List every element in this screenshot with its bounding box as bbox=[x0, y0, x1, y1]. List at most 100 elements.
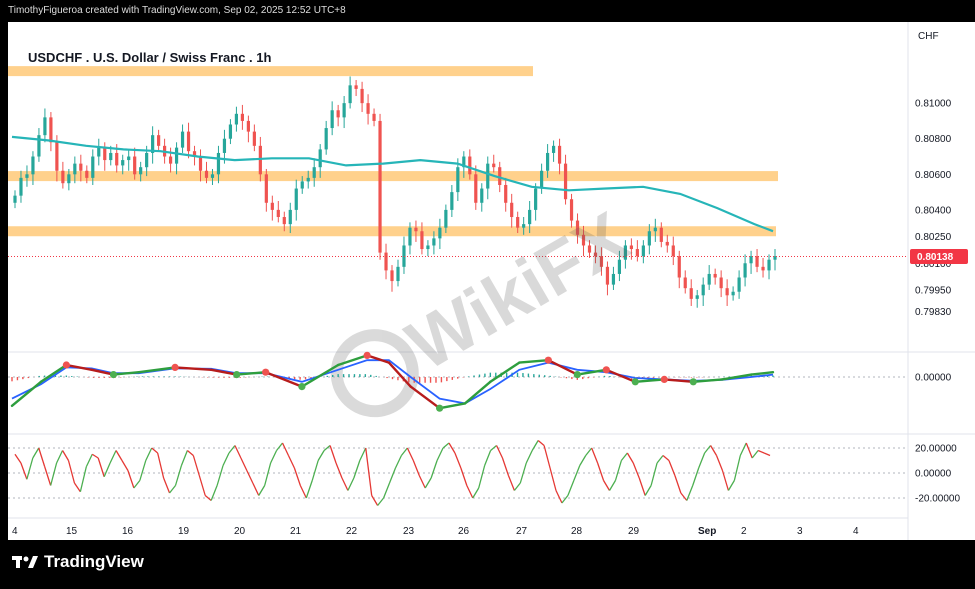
candle-body bbox=[174, 147, 179, 164]
osc-line-segment bbox=[394, 455, 403, 469]
candle-body bbox=[127, 156, 131, 161]
candle-body bbox=[689, 288, 693, 299]
candle-body bbox=[659, 227, 663, 242]
osc-line-segment bbox=[139, 460, 147, 481]
osc-line-segment bbox=[721, 470, 730, 491]
osc-line-segment bbox=[264, 462, 272, 486]
candle-body bbox=[635, 249, 639, 257]
macd-cross-dot bbox=[109, 371, 118, 379]
osc-line-segment bbox=[513, 482, 521, 491]
osc-line-segment bbox=[436, 447, 444, 461]
oscillator-pane: 20.00000 0.00000 -20.00000 bbox=[8, 440, 960, 506]
candle-body bbox=[294, 188, 298, 210]
chart-svg[interactable]: WikiFX 0.00000 20.000000.00000-20.00000 … bbox=[8, 22, 975, 540]
time-tick-label: 26 bbox=[458, 526, 470, 537]
candle-body bbox=[73, 163, 77, 175]
osc-line-segment bbox=[751, 450, 759, 459]
price-tick-label: 0.80800 bbox=[915, 134, 952, 145]
candle-body bbox=[761, 266, 765, 271]
osc-line-segment bbox=[454, 452, 462, 469]
candle-body bbox=[270, 202, 274, 210]
osc-line-segment bbox=[115, 450, 123, 461]
osc-line-segment bbox=[430, 460, 438, 479]
osc-line-segment bbox=[388, 467, 397, 484]
osc-line-segment bbox=[151, 447, 159, 454]
macd-cross-dot bbox=[233, 371, 241, 379]
candle-body bbox=[707, 273, 711, 285]
osc-line-segment bbox=[270, 450, 278, 464]
osc-line-segment bbox=[157, 452, 165, 479]
osc-line-segment bbox=[252, 482, 260, 496]
candle-body bbox=[300, 181, 304, 189]
tradingview-brand[interactable]: TradingView bbox=[12, 552, 144, 572]
osc-line-segment bbox=[596, 462, 605, 481]
candle-body bbox=[13, 195, 17, 203]
candle-body bbox=[767, 259, 771, 271]
candle-body bbox=[677, 256, 681, 278]
candle-body bbox=[282, 217, 286, 225]
current-price-value: 0.80138 bbox=[917, 252, 954, 263]
osc-line-segment bbox=[32, 447, 40, 459]
candle-body bbox=[492, 163, 496, 168]
osc-line-segment bbox=[727, 480, 735, 491]
osc-line-segment bbox=[371, 495, 379, 506]
osc-line-segment bbox=[145, 447, 153, 461]
candle-body bbox=[121, 160, 125, 166]
candle-body bbox=[109, 152, 113, 161]
macd-line-segment bbox=[634, 378, 666, 383]
osc-line-segment bbox=[585, 447, 593, 456]
osc-line-segment bbox=[365, 447, 373, 496]
osc-line-segment bbox=[519, 462, 527, 484]
time-tick-label: 15 bbox=[66, 526, 78, 537]
osc-line-segment bbox=[341, 477, 349, 491]
osc-line-segment bbox=[26, 457, 34, 480]
currency-label: CHF bbox=[918, 31, 939, 42]
candle-body bbox=[228, 124, 233, 139]
candle-body bbox=[312, 167, 316, 178]
osc-line-segment bbox=[347, 477, 355, 491]
osc-line-segment bbox=[680, 492, 688, 501]
time-tick-label: 29 bbox=[628, 526, 640, 537]
candle-body bbox=[396, 266, 400, 282]
osc-line-segment bbox=[216, 465, 224, 486]
osc-line-segment bbox=[293, 467, 301, 486]
osc-line-segment bbox=[608, 480, 617, 491]
time-tick-label: 2 bbox=[741, 526, 747, 537]
candle-body bbox=[198, 156, 203, 171]
chart-panel[interactable]: WikiFX 0.00000 20.00000 0.00000 -20.00000 … bbox=[8, 22, 975, 540]
osc-line-segment bbox=[222, 452, 230, 466]
candle-body bbox=[324, 128, 328, 150]
time-tick-label: 20 bbox=[234, 526, 246, 537]
osc-line-segment bbox=[710, 445, 718, 456]
macd-line-segment bbox=[173, 366, 213, 371]
time-tick-label: 4 bbox=[853, 526, 859, 537]
candle-body bbox=[468, 156, 472, 175]
zone-band[interactable] bbox=[8, 171, 778, 182]
tradingview-logo-icon bbox=[12, 556, 38, 568]
candle-body bbox=[683, 277, 687, 289]
candle-body bbox=[384, 252, 388, 271]
macd-line-segment bbox=[39, 363, 68, 383]
candle-body bbox=[19, 177, 23, 196]
candle-body bbox=[354, 85, 358, 89]
macd-line-segment bbox=[264, 371, 304, 388]
candles bbox=[13, 76, 777, 308]
candle-body bbox=[456, 167, 460, 193]
candle-body bbox=[725, 288, 729, 296]
osc-line-segment bbox=[638, 477, 646, 496]
zone-band[interactable] bbox=[8, 66, 533, 77]
candle-body bbox=[264, 174, 268, 203]
candle-body bbox=[474, 174, 478, 203]
osc-line-segment bbox=[484, 450, 492, 466]
osc-line-segment bbox=[632, 462, 640, 479]
osc-line-segment bbox=[133, 480, 141, 489]
osc-line-segment bbox=[109, 450, 117, 464]
time-tick-label: 4 bbox=[12, 526, 18, 537]
time-tick-label: 16 bbox=[122, 526, 134, 537]
osc-line-segment bbox=[561, 495, 569, 504]
footer-bar: TradingView bbox=[0, 540, 975, 589]
osc-line-segment bbox=[240, 457, 248, 471]
attribution-text: TimothyFigueroa created with TradingView… bbox=[8, 5, 346, 16]
price-axis: 0.81000 0.80800 0.80600 0.80400 0.80250 0.801… bbox=[915, 99, 952, 318]
candle-body bbox=[701, 284, 705, 296]
